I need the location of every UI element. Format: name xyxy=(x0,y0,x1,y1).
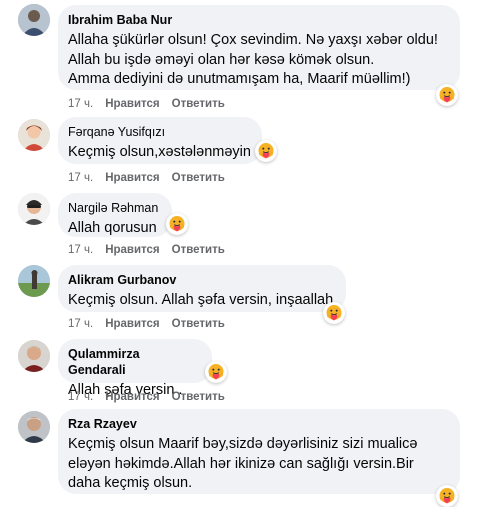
avatar[interactable] xyxy=(18,4,50,36)
comment-actions: 17 ч. Нравится Ответить xyxy=(68,317,237,331)
avatar[interactable] xyxy=(18,193,50,225)
care-emoji-icon xyxy=(438,487,456,505)
comment-text-line: daha keçmiş olsun. xyxy=(68,475,193,491)
comment-bubble: Qulammirza Gendarali Allah şəfa versin . xyxy=(58,339,212,398)
avatar[interactable] xyxy=(18,265,50,297)
reply-button[interactable]: Ответить xyxy=(172,390,225,404)
comment-text-line: Allah bu işdə əməyi olan hər kəsə kömək … xyxy=(68,51,375,68)
comment-actions: 17 ч. Нравится Ответить xyxy=(68,97,237,111)
comment-actions: 17 ч. Нравится Ответить xyxy=(68,390,237,404)
like-button[interactable]: Нравится xyxy=(105,317,159,331)
comment-text: Keçmiş olsun Maarif bəy,sizdə dəyərlisin… xyxy=(68,435,448,494)
care-emoji-icon xyxy=(257,142,275,160)
avatar[interactable] xyxy=(18,119,50,151)
comment-author[interactable]: Alikram Gurbanov xyxy=(68,272,334,288)
comment-timestamp[interactable]: 17 ч. xyxy=(68,243,93,257)
comment-text-line: Allaha şükürlər olsun! Çox sevindim. Nə … xyxy=(68,32,438,48)
like-button[interactable]: Нравится xyxy=(105,97,159,111)
comment-author[interactable]: Nargilə Rəhman xyxy=(68,200,160,216)
comment-text-line: Keçmiş olsun,xəstələnməyin xyxy=(68,144,251,160)
reply-button[interactable]: Ответить xyxy=(172,171,225,185)
comment-actions: 17 ч. Нравится Ответить xyxy=(68,243,237,257)
like-button[interactable]: Нравится xyxy=(105,390,159,404)
comment-actions: 17 ч. Нравится Ответить xyxy=(68,171,237,185)
comment-text: Allaha şükürlər olsun! Çox sevindim. Nə … xyxy=(68,31,448,90)
user-photo-icon xyxy=(18,340,50,372)
comment-text: Allah qorusun xyxy=(68,219,160,239)
reaction-badge[interactable] xyxy=(166,213,188,235)
comment-bubble: Alikram Gurbanov Keçmiş olsun. Allah şəf… xyxy=(58,265,346,312)
comment-text-line: Keçmiş olsun. Allah şəfa versin, inşaall… xyxy=(68,292,338,308)
comment-text: Keçmiş olsun. Allah şəfa versin, inşaall… xyxy=(68,291,338,311)
comment-timestamp[interactable]: 17 ч. xyxy=(68,390,93,404)
comment-bubble: Fərqanə Yusifqızı Keçmiş olsun,xəstələnm… xyxy=(58,117,262,164)
comment-text-line: Amma dediyini də unutmamışam ha, Maarif … xyxy=(68,71,411,87)
user-photo-icon xyxy=(18,411,50,443)
care-emoji-icon xyxy=(168,215,186,233)
reaction-badge[interactable] xyxy=(436,84,458,106)
comment-timestamp[interactable]: 17 ч. xyxy=(68,317,93,331)
comment-timestamp[interactable]: 17 ч. xyxy=(68,171,93,185)
user-photo-icon xyxy=(18,4,50,36)
comment-bubble: Nargilə Rəhman Allah qorusun xyxy=(58,193,172,237)
reply-button[interactable]: Ответить xyxy=(172,243,225,257)
comment-author[interactable]: Fərqanə Yusifqızı xyxy=(68,124,250,140)
care-emoji-icon xyxy=(438,86,456,104)
comment-text: Keçmiş olsun,xəstələnməyin xyxy=(68,143,251,163)
reply-button[interactable]: Ответить xyxy=(172,317,225,331)
avatar[interactable] xyxy=(18,340,50,372)
reaction-badge[interactable] xyxy=(323,302,345,324)
reply-button[interactable]: Ответить xyxy=(172,97,225,111)
comment-text-line: eləyən həkimdə.Allah hər ikinizə can sağ… xyxy=(68,455,414,472)
like-button[interactable]: Нравится xyxy=(105,243,159,257)
comment-author[interactable]: Qulammirza Gendarali xyxy=(68,346,200,378)
like-button[interactable]: Нравится xyxy=(105,171,159,185)
care-emoji-icon xyxy=(325,304,343,322)
comment-bubble: Rza Rzayev Keçmiş olsun Maarif bəy,sizdə… xyxy=(58,409,460,494)
reaction-badge[interactable] xyxy=(255,140,277,162)
comment-author[interactable]: Ibrahim Baba Nur xyxy=(68,12,448,28)
user-photo-icon xyxy=(18,119,50,151)
avatar[interactable] xyxy=(18,411,50,443)
reaction-badge[interactable] xyxy=(205,361,227,383)
user-photo-icon xyxy=(18,193,50,225)
reaction-badge[interactable] xyxy=(436,485,458,507)
comment-author[interactable]: Rza Rzayev xyxy=(68,416,448,432)
comment-text-line: Allah qorusun xyxy=(68,220,157,236)
comment-timestamp[interactable]: 17 ч. xyxy=(68,97,93,111)
user-photo-icon xyxy=(18,265,50,297)
care-emoji-icon xyxy=(207,363,225,381)
comment-bubble: Ibrahim Baba Nur Allaha şükürlər olsun! … xyxy=(58,5,460,90)
comment-text-line: Keçmiş olsun Maarif bəy,sizdə dəyərlisin… xyxy=(68,436,418,452)
